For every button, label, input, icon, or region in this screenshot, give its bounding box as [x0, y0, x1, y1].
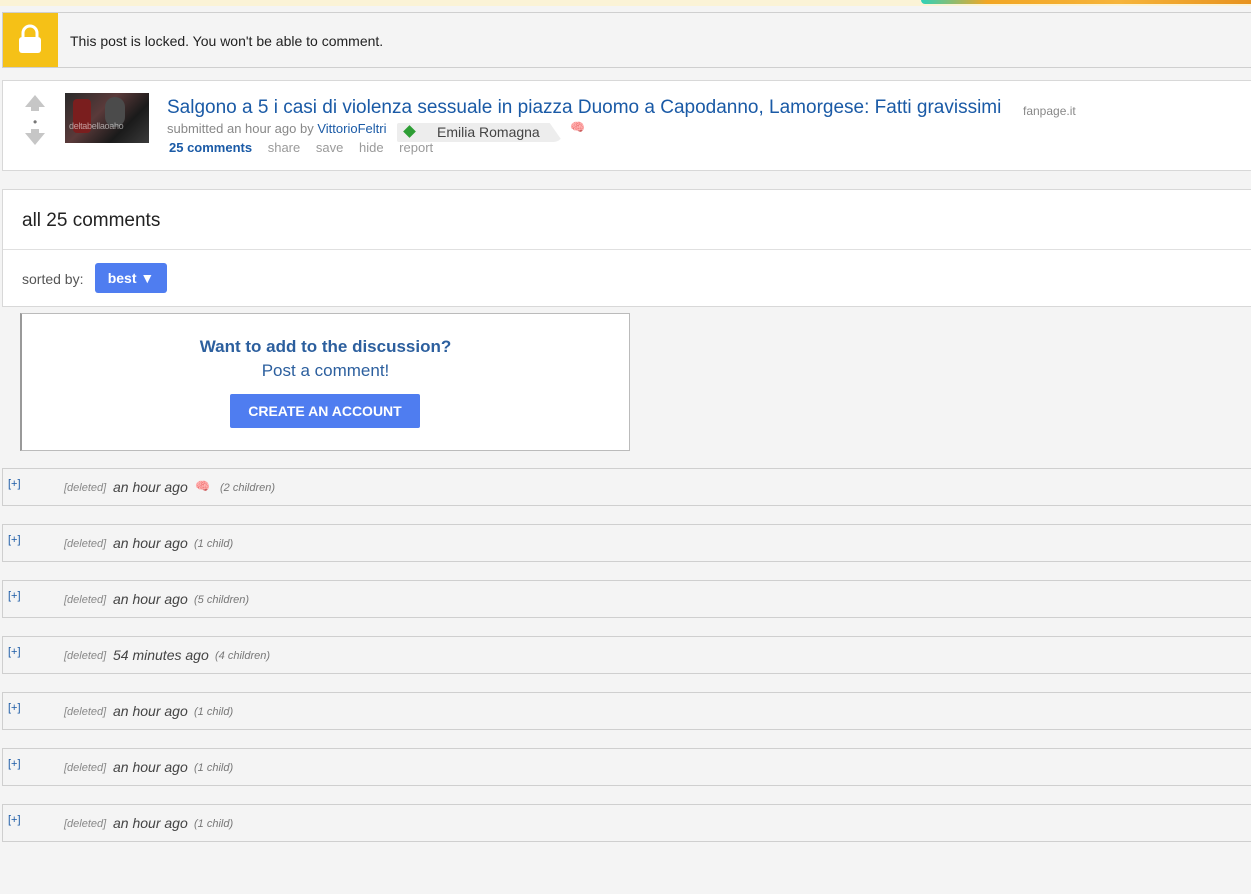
post-thumbnail[interactable]: deltabellaoaho [65, 93, 149, 143]
divider [3, 249, 1251, 250]
sort-label: sorted by: [22, 271, 84, 287]
comment-row: [+] [deleted] an hour ago (1 child) [2, 748, 1251, 786]
post-author[interactable]: VittorioFeltri [317, 121, 386, 136]
vote-controls: • [25, 95, 47, 147]
comment-author: [deleted] [64, 650, 107, 662]
upvote-arrow-icon[interactable] [25, 95, 45, 111]
comment-row: [+] [deleted] an hour ago 🧠 (2 children) [2, 468, 1251, 506]
comment-children-count[interactable]: (1 child) [194, 818, 233, 830]
expand-toggle[interactable]: [+] [8, 534, 21, 546]
comment-row: [+] [deleted] an hour ago (1 child) [2, 524, 1251, 562]
expand-toggle[interactable]: [+] [8, 758, 21, 770]
comment-row: [+] [deleted] 54 minutes ago (4 children… [2, 636, 1251, 674]
post-domain[interactable]: fanpage.it [1023, 104, 1076, 118]
top-banner [0, 0, 1251, 6]
comment-row: [+] [deleted] an hour ago (5 children) [2, 580, 1251, 618]
hide-button[interactable]: hide [359, 140, 384, 155]
post-tagline: submitted an hour ago by VittorioFeltri [167, 121, 386, 136]
comment-author: [deleted] [64, 482, 107, 494]
comment-time: 54 minutes ago [113, 647, 209, 663]
comment-time: an hour ago [113, 479, 188, 495]
locked-notice: This post is locked. You won't be able t… [2, 12, 1251, 68]
post-score: • [33, 115, 38, 129]
post-title[interactable]: Salgono a 5 i casi di violenza sessuale … [167, 97, 1001, 119]
save-button[interactable]: save [316, 140, 343, 155]
comment-time: an hour ago [113, 591, 188, 607]
comment-row: [+] [deleted] an hour ago (1 child) [2, 692, 1251, 730]
comments-header: all 25 comments sorted by: best ▼ [2, 189, 1251, 307]
expand-toggle[interactable]: [+] [8, 478, 21, 490]
comment-children-count[interactable]: (2 children) [220, 482, 275, 494]
comment-children-count[interactable]: (1 child) [194, 538, 233, 550]
post-buttons: 25 comments share save hide report [169, 140, 445, 155]
lock-icon [3, 13, 58, 67]
comment-time: an hour ago [113, 815, 188, 831]
comment-author: [deleted] [64, 706, 107, 718]
brain-award-icon: 🧠 [570, 120, 585, 134]
post-entry: • deltabellaoaho Salgono a 5 i casi di v… [2, 80, 1251, 171]
comments-link[interactable]: 25 comments [169, 140, 252, 155]
comment-time: an hour ago [113, 759, 188, 775]
comment-author: [deleted] [64, 762, 107, 774]
comments-count-title: all 25 comments [22, 210, 161, 231]
cta-question: Want to add to the discussion? [199, 337, 452, 356]
comment-children-count[interactable]: (1 child) [194, 762, 233, 774]
locked-message: This post is locked. You won't be able t… [70, 33, 384, 49]
flair-label: Emilia Romagna [437, 124, 540, 140]
create-account-button[interactable]: CREATE AN ACCOUNT [230, 394, 420, 428]
comment-children-count[interactable]: (4 children) [215, 650, 270, 662]
comment-author: [deleted] [64, 538, 107, 550]
comment-row: [+] [deleted] an hour ago (1 child) [2, 804, 1251, 842]
expand-toggle[interactable]: [+] [8, 590, 21, 602]
comment-author: [deleted] [64, 594, 107, 606]
share-button[interactable]: share [268, 140, 301, 155]
cta-prompt: Post a comment! [261, 361, 390, 380]
discussion-cta: Want to add to the discussion? Post a co… [20, 313, 630, 451]
flair-diamond-icon [403, 125, 416, 138]
submitted-text: submitted an hour ago by [167, 121, 314, 136]
brain-award-icon: 🧠 [195, 479, 210, 493]
comment-author: [deleted] [64, 818, 107, 830]
expand-toggle[interactable]: [+] [8, 814, 21, 826]
sort-dropdown[interactable]: best ▼ [95, 263, 167, 293]
comment-time: an hour ago [113, 535, 188, 551]
expand-toggle[interactable]: [+] [8, 646, 21, 658]
banner-art [921, 0, 1251, 4]
report-button[interactable]: report [399, 140, 433, 155]
downvote-arrow-icon[interactable] [25, 129, 45, 145]
thumbnail-watermark: deltabellaoaho [69, 121, 124, 131]
comment-children-count[interactable]: (5 children) [194, 594, 249, 606]
comment-children-count[interactable]: (1 child) [194, 706, 233, 718]
comment-time: an hour ago [113, 703, 188, 719]
expand-toggle[interactable]: [+] [8, 702, 21, 714]
